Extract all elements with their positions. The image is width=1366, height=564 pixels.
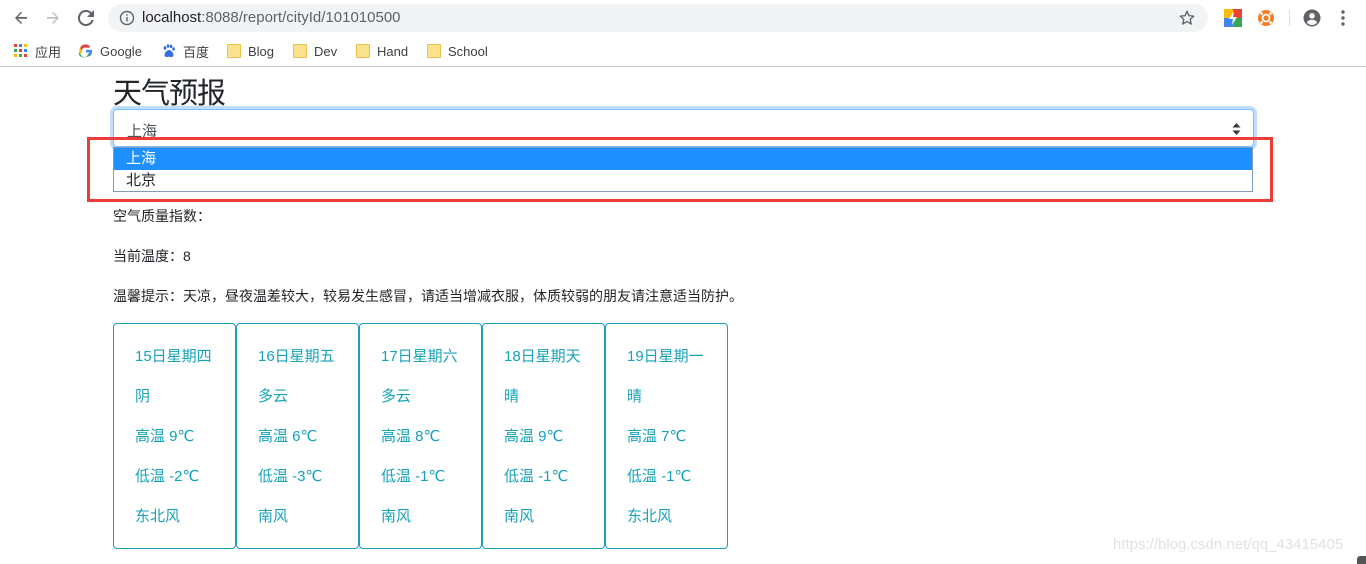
bookmark-apps[interactable]: 应用 bbox=[14, 41, 61, 61]
city-option-shanghai[interactable]: 上海 bbox=[114, 148, 1252, 170]
forecast-high: 高温 8℃ bbox=[381, 428, 441, 445]
aqi-text: 空气质量指数： bbox=[113, 208, 211, 224]
city-select-value: 上海 bbox=[127, 123, 158, 140]
page-title: 天气预报 bbox=[113, 76, 226, 110]
forecast-weather: 晴 bbox=[627, 388, 643, 405]
forecast-wind: 南风 bbox=[504, 508, 535, 525]
forecast-weather: 多云 bbox=[258, 388, 289, 405]
forecast-weather: 晴 bbox=[504, 388, 520, 405]
bookmark-star-icon[interactable] bbox=[1178, 9, 1196, 27]
reload-icon bbox=[78, 10, 94, 26]
bookmark-google[interactable]: Google bbox=[79, 41, 142, 61]
forecast-low: 低温 -1℃ bbox=[504, 468, 569, 485]
forecast-low: 低温 -3℃ bbox=[258, 468, 323, 485]
bookmark-folder-blog[interactable]: Blog bbox=[227, 41, 274, 61]
bookmark-label: Dev bbox=[314, 43, 338, 59]
forecast-card: 17日星期六 多云 高温 8℃ 低温 -1℃ 南风 bbox=[359, 323, 482, 549]
info-icon[interactable] bbox=[119, 10, 135, 26]
forecast-date: 19日星期一 bbox=[627, 348, 704, 365]
arrow-left-icon bbox=[15, 11, 27, 24]
watermark-text: https://blog.csdn.net/qq_43415405 bbox=[1113, 536, 1344, 553]
bookmark-label: 百度 bbox=[183, 44, 210, 60]
forecast-card: 16日星期五 多云 高温 6℃ 低温 -3℃ 南风 bbox=[236, 323, 359, 549]
arrow-right-icon bbox=[47, 11, 59, 24]
forecast-card: 18日星期天 晴 高温 9℃ 低温 -1℃ 南风 bbox=[482, 323, 605, 549]
bookmark-baidu[interactable]: 百度 bbox=[162, 41, 209, 61]
profile-avatar-icon[interactable] bbox=[1303, 9, 1321, 27]
folder-icon bbox=[293, 44, 307, 58]
bookmark-label: Google bbox=[100, 43, 142, 59]
forecast-card: 19日星期一 晴 高温 7℃ 低温 -1℃ 东北风 bbox=[605, 323, 728, 549]
address-bar[interactable]: localhost:8088/report/cityId/101010500 bbox=[108, 4, 1208, 32]
menu-kebab-icon[interactable] bbox=[1334, 9, 1352, 27]
current-temperature-text: 当前温度：8 bbox=[113, 248, 191, 264]
forecast-card: 15日星期四 阴 高温 9℃ 低温 -2℃ 东北风 bbox=[113, 323, 236, 549]
forward-button[interactable] bbox=[41, 6, 65, 30]
folder-icon bbox=[227, 44, 241, 58]
forecast-high: 高温 7℃ bbox=[627, 428, 687, 445]
forecast-high: 高温 9℃ bbox=[504, 428, 564, 445]
forecast-wind: 东北风 bbox=[627, 508, 673, 525]
forecast-wind: 南风 bbox=[258, 508, 289, 525]
forecast-low: 低温 -1℃ bbox=[381, 468, 446, 485]
browser-toolbar: localhost:8088/report/cityId/101010500 bbox=[0, 0, 1366, 36]
forecast-low: 低温 -1℃ bbox=[627, 468, 692, 485]
forecast-low: 低温 -2℃ bbox=[135, 468, 200, 485]
bookmark-label: Hand bbox=[377, 43, 409, 59]
tip-text: 温馨提示：天凉，昼夜温差较大，较易发生感冒，请适当增减衣服，体质较弱的朋友请注意… bbox=[113, 288, 743, 304]
forecast-date: 16日星期五 bbox=[258, 348, 335, 365]
url-text: localhost:8088/report/cityId/101010500 bbox=[142, 9, 401, 26]
city-option-beijing[interactable]: 北京 bbox=[114, 170, 1252, 192]
forecast-weather: 阴 bbox=[135, 388, 151, 405]
select-arrows-icon bbox=[1232, 123, 1241, 135]
url-host: localhost bbox=[142, 9, 202, 26]
bookmark-folder-hand[interactable]: Hand bbox=[356, 41, 408, 61]
city-select[interactable]: 上海 bbox=[113, 109, 1254, 147]
folder-icon bbox=[427, 44, 441, 58]
baidu-paw-icon bbox=[163, 44, 175, 57]
bookmark-label: School bbox=[448, 43, 488, 59]
bookmark-folder-school[interactable]: School bbox=[427, 41, 488, 61]
bookmarks-bar: 应用 Google 百度 Blog Dev Hand School bbox=[0, 36, 1366, 67]
forecast-wind: 南风 bbox=[381, 508, 412, 525]
forecast-date: 15日星期四 bbox=[135, 348, 212, 365]
extension-lightning-icon[interactable] bbox=[1224, 9, 1242, 27]
folder-icon bbox=[356, 44, 370, 58]
bookmark-label: Blog bbox=[248, 43, 275, 59]
back-button[interactable] bbox=[9, 6, 33, 30]
google-icon bbox=[79, 44, 93, 58]
forecast-cards: 15日星期四 阴 高温 9℃ 低温 -2℃ 东北风 16日星期五 多云 高温 6… bbox=[113, 323, 728, 549]
forecast-date: 18日星期天 bbox=[504, 348, 581, 365]
forecast-high: 高温 6℃ bbox=[258, 428, 318, 445]
extension-lifebuoy-icon[interactable] bbox=[1257, 9, 1275, 27]
city-dropdown-list: 上海 北京 bbox=[113, 147, 1253, 192]
toolbar-separator bbox=[1289, 10, 1290, 26]
bookmark-folder-dev[interactable]: Dev bbox=[293, 41, 337, 61]
forecast-date: 17日星期六 bbox=[381, 348, 458, 365]
url-path: :8088/report/cityId/101010500 bbox=[201, 9, 401, 26]
reload-button[interactable] bbox=[74, 6, 98, 30]
forecast-weather: 多云 bbox=[381, 388, 412, 405]
forecast-wind: 东北风 bbox=[135, 508, 181, 525]
corner-widget[interactable] bbox=[1357, 556, 1366, 564]
bookmark-label: 应用 bbox=[35, 44, 62, 60]
apps-grid-icon bbox=[14, 44, 27, 57]
forecast-high: 高温 9℃ bbox=[135, 428, 195, 445]
